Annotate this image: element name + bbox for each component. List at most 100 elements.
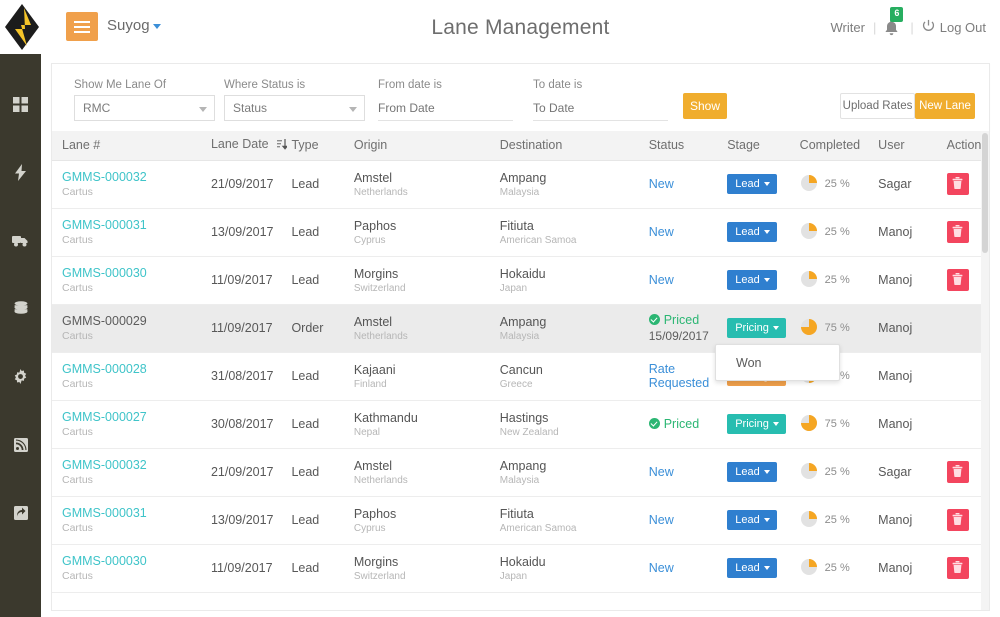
sidebar-item-activity[interactable] <box>0 155 41 190</box>
lane-of-value: RMC <box>83 101 111 115</box>
status-badge[interactable]: New <box>649 273 718 287</box>
table-row[interactable]: GMMS-000030 Cartus 11/09/2017 Lead Morgins Sw… <box>52 544 989 593</box>
status-badge[interactable]: New <box>649 225 718 239</box>
status-badge[interactable]: Rate Requested <box>649 362 718 390</box>
lane-number-link[interactable]: GMMS-000032 <box>62 458 201 472</box>
cell-origin: Paphos Cyprus <box>343 208 490 257</box>
top-right-actions: Writer | 6 | Log Out <box>831 7 986 37</box>
col-completed[interactable]: Completed <box>789 131 869 161</box>
completion-percent: 25 % <box>824 274 850 286</box>
origin-city: Kathmandu <box>353 410 418 425</box>
logout-button[interactable]: Log Out <box>922 19 986 35</box>
col-type[interactable]: Type <box>281 131 344 161</box>
stage-dropdown-button[interactable]: Pricing <box>727 414 786 434</box>
status-badge[interactable]: New <box>649 561 718 575</box>
chevron-down-icon <box>763 470 770 475</box>
lane-number-link[interactable]: GMMS-000030 <box>62 266 201 280</box>
lane-number-link[interactable]: GMMS-000032 <box>62 170 201 184</box>
stage-dropdown-button[interactable]: Lead <box>727 270 777 290</box>
status-label: Priced <box>663 417 700 431</box>
table-header-row: Lane # Lane Date Type Origin Destination… <box>52 131 989 161</box>
cell-status: New <box>638 256 718 305</box>
gear-icon <box>13 369 28 384</box>
delete-button[interactable] <box>946 461 969 483</box>
stage-dropdown-item-won[interactable]: Won <box>716 356 761 370</box>
table-row[interactable]: GMMS-000027 Cartus 30/08/2017 Lead Kathmandu… <box>52 400 989 449</box>
from-date-input[interactable] <box>378 95 513 121</box>
status-badge[interactable]: New <box>649 513 718 527</box>
origin-city: Morgins <box>353 554 399 569</box>
stage-dropdown-button[interactable]: Lead <box>727 462 777 482</box>
sidebar-item-export[interactable] <box>0 495 41 530</box>
destination-country: Japan <box>499 570 528 582</box>
cell-completed: 25 % <box>789 544 869 593</box>
new-lane-button[interactable]: New Lane <box>915 93 975 119</box>
cell-lane: GMMS-000028 Cartus <box>52 352 201 401</box>
lane-number-link[interactable]: GMMS-000031 <box>62 506 201 520</box>
col-origin[interactable]: Origin <box>343 131 490 161</box>
delete-button[interactable] <box>946 221 969 243</box>
cell-lane-date: 30/08/2017 <box>200 400 282 449</box>
col-destination[interactable]: Destination <box>489 131 639 161</box>
to-date-input[interactable] <box>533 95 668 121</box>
stage-dropdown-button[interactable]: Pricing <box>727 318 786 338</box>
stage-dropdown-menu[interactable]: Won <box>715 344 840 381</box>
table-scrollbar-thumb[interactable] <box>982 133 988 253</box>
lane-of-select[interactable]: RMC <box>74 95 215 121</box>
table-row[interactable]: GMMS-000031 Cartus 13/09/2017 Lead Paphos Cyp… <box>52 208 989 257</box>
to-date-label: To date is <box>533 79 583 91</box>
lane-number-link[interactable]: GMMS-000031 <box>62 218 201 232</box>
cell-stage: Pricing <box>717 400 790 449</box>
sidebar-item-shipments[interactable] <box>0 223 41 258</box>
status-badge[interactable]: New <box>649 465 718 479</box>
cell-destination: Cancun Greece <box>489 352 639 401</box>
sort-descending-icon[interactable] <box>277 139 289 153</box>
sidebar-item-data[interactable] <box>0 291 41 326</box>
sidebar-item-dashboard[interactable] <box>0 87 41 122</box>
cell-user: Sagar <box>868 448 937 497</box>
cell-origin: Morgins Switzerland <box>343 544 490 593</box>
col-lane[interactable]: Lane # <box>52 131 201 161</box>
table-scrollbar-track[interactable] <box>981 131 989 610</box>
table-row[interactable]: GMMS-000032 Cartus 21/09/2017 Lead Amstel Net… <box>52 160 989 209</box>
table-row[interactable]: GMMS-000031 Cartus 13/09/2017 Lead Paphos Cyp… <box>52 496 989 545</box>
completion-percent: 75 % <box>824 418 850 430</box>
col-stage[interactable]: Stage <box>717 131 790 161</box>
cell-destination: Fitiuta American Samoa <box>489 208 639 257</box>
cell-type: Lead <box>281 496 344 545</box>
lane-number-link[interactable]: GMMS-000028 <box>62 362 201 376</box>
col-user[interactable]: User <box>868 131 937 161</box>
show-button[interactable]: Show <box>683 93 727 119</box>
sidebar-item-settings[interactable] <box>0 359 41 394</box>
cell-status: New <box>638 496 718 545</box>
delete-button[interactable] <box>946 269 969 291</box>
delete-button[interactable] <box>946 509 969 531</box>
notifications-button[interactable]: 6 <box>884 7 904 37</box>
stage-dropdown-button[interactable]: Lead <box>727 558 777 578</box>
origin-country: Switzerland <box>353 570 406 582</box>
stage-dropdown-button[interactable]: Lead <box>727 174 777 194</box>
table-row[interactable]: GMMS-000029 Cartus 11/09/2017 Order Amstel Ne… <box>52 304 989 353</box>
cell-origin: Kathmandu Nepal <box>343 400 490 449</box>
lane-number-link[interactable]: GMMS-000030 <box>62 554 201 568</box>
table-row[interactable]: GMMS-000032 Cartus 21/09/2017 Lead Amstel Net… <box>52 448 989 497</box>
stage-label: Lead <box>735 562 760 574</box>
status-badge[interactable]: New <box>649 177 718 191</box>
delete-button[interactable] <box>946 173 969 195</box>
cell-origin: Amstel Netherlands <box>343 448 490 497</box>
upload-rates-button[interactable]: Upload Rates <box>840 93 915 119</box>
sidebar-item-feed[interactable] <box>0 427 41 462</box>
table-row[interactable]: GMMS-000030 Cartus 11/09/2017 Lead Morgins Sw… <box>52 256 989 305</box>
col-lane-date[interactable]: Lane Date <box>200 131 289 161</box>
stage-label: Lead <box>735 274 760 286</box>
divider: | <box>910 19 914 35</box>
lane-number-link[interactable]: GMMS-000027 <box>62 410 201 424</box>
col-status[interactable]: Status <box>638 131 718 161</box>
table-row[interactable]: GMMS-000028 Cartus 31/08/2017 Lead Kajaani Fi… <box>52 352 989 401</box>
stage-dropdown-button[interactable]: Lead <box>727 222 777 242</box>
stage-dropdown-button[interactable]: Lead <box>727 510 777 530</box>
origin-city: Amstel <box>353 170 393 185</box>
cell-user: Manoj <box>868 304 937 353</box>
status-filter-select[interactable]: Status <box>224 95 365 121</box>
delete-button[interactable] <box>946 557 969 579</box>
